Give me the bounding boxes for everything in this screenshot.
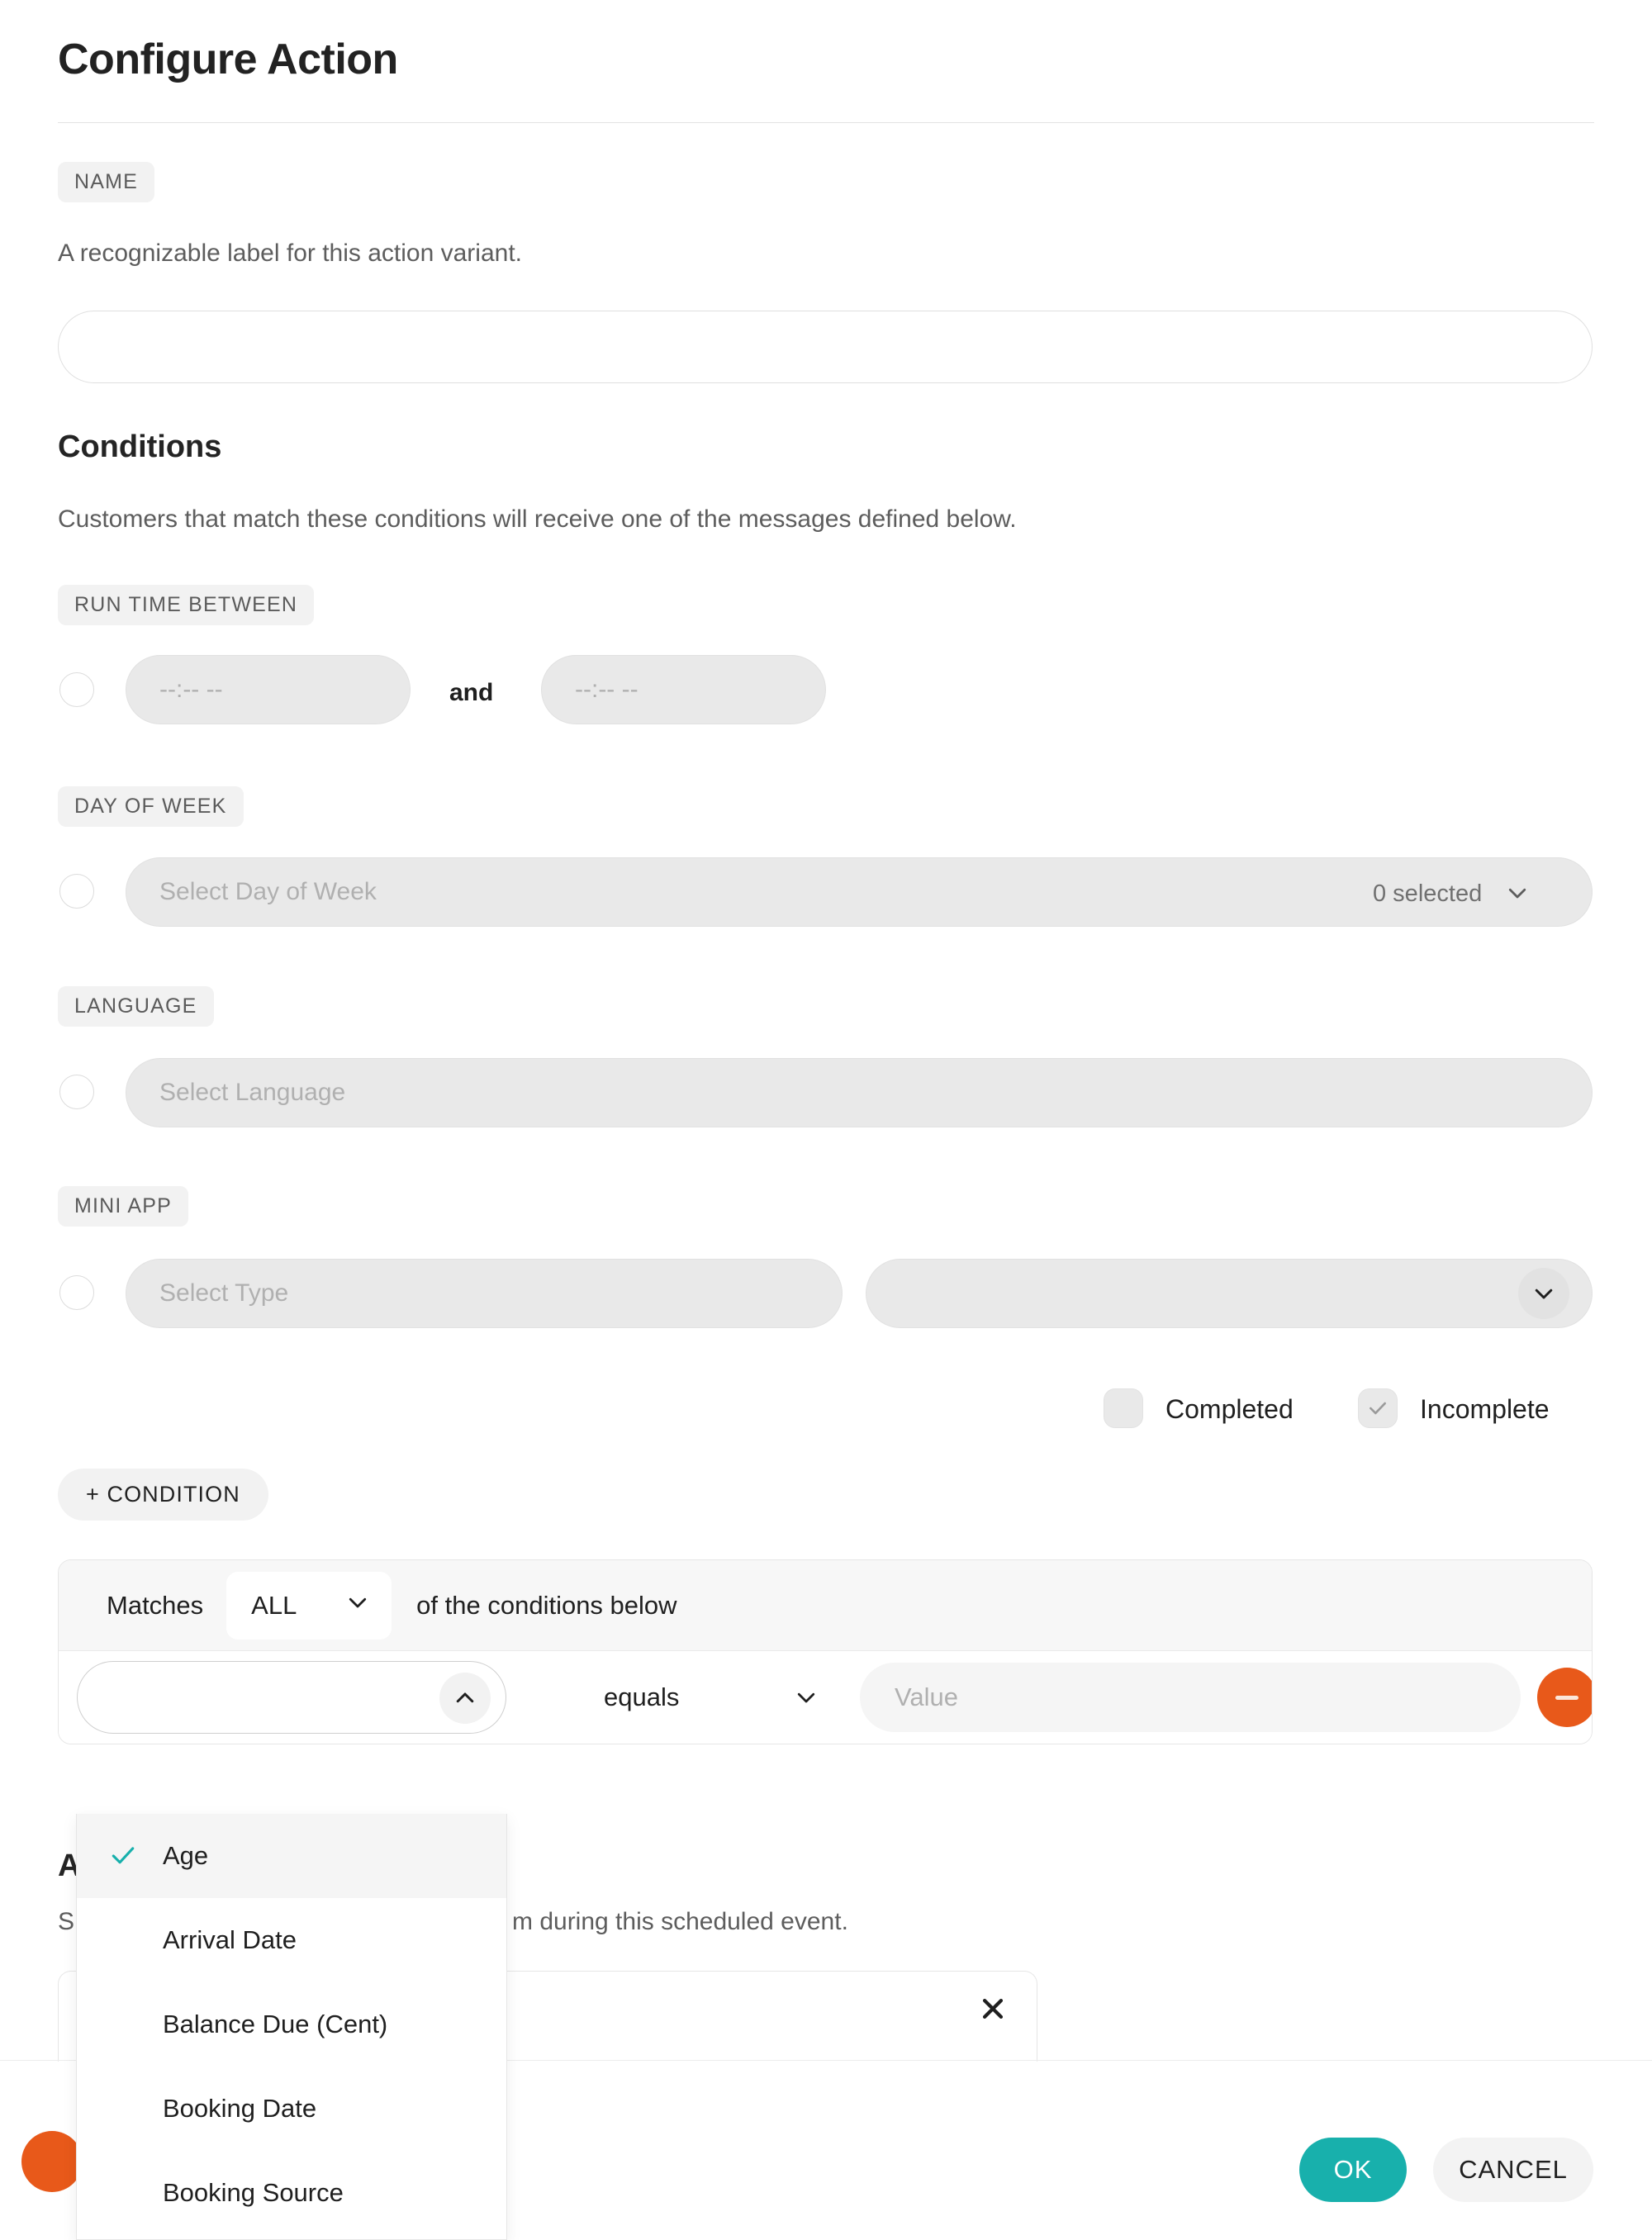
language-placeholder: Select Language [159,1079,346,1106]
match-mode-select[interactable]: ALL [226,1571,392,1640]
match-mode-value: ALL [251,1590,297,1620]
mini-app-type-placeholder: Select Type [159,1279,289,1307]
chevron-down-icon [345,1590,370,1621]
language-radio[interactable] [59,1075,94,1109]
dropdown-item-balance-due[interactable]: Balance Due (Cent) [77,1982,506,2067]
day-of-week-placeholder: Select Day of Week [159,878,377,905]
chevron-up-icon[interactable] [439,1673,491,1724]
condition-field-select[interactable] [77,1661,506,1734]
completed-label: Completed [1165,1394,1294,1424]
page-title: Configure Action [58,36,398,83]
name-helper-text: A recognizable label for this action var… [58,240,522,267]
mini-app-radio[interactable] [59,1275,94,1310]
condition-value-input[interactable]: Value [860,1663,1521,1732]
dropdown-item-label: Balance Due (Cent) [163,2010,388,2038]
conditions-heading: Conditions [58,429,222,464]
actions-helper-prefix: S [58,1908,75,1935]
mini-app-type-select[interactable]: Select Type [126,1259,843,1328]
condition-operator-value[interactable]: equals [604,1682,679,1712]
day-of-week-radio[interactable] [59,874,94,909]
title-divider [58,122,1594,123]
ok-button[interactable]: OK [1299,2138,1407,2202]
run-time-chip-label: RUN TIME BETWEEN [58,585,315,625]
dropdown-item-label: Age [163,1841,209,1870]
add-message-fab[interactable] [21,2131,83,2192]
run-time-and-label: and [449,679,494,706]
chevron-down-icon[interactable] [1505,880,1530,905]
matches-prefix-label: Matches [107,1590,204,1620]
incomplete-checkbox[interactable] [1358,1388,1398,1428]
run-time-start-input[interactable]: --:-- -- [126,655,411,724]
run-time-end-input[interactable]: --:-- -- [541,655,826,724]
incomplete-label: Incomplete [1420,1394,1550,1424]
condition-row: equals Value [59,1651,1592,1744]
minus-icon [1555,1695,1578,1700]
configure-action-dialog: Configure Action NAME A recognizable lab… [0,0,1652,2240]
run-time-end-placeholder: --:-- -- [575,676,638,703]
condition-field-dropdown: Age Arrival Date Balance Due (Cent) Book… [76,1814,507,2240]
run-time-radio[interactable] [59,672,94,707]
condition-value-placeholder: Value [895,1682,958,1711]
completed-checkbox[interactable] [1104,1388,1143,1428]
day-of-week-chip-label: DAY OF WEEK [58,786,244,827]
mini-app-chip-label: MINI APP [58,1186,188,1227]
condition-matcher-row: Matches ALL of the conditions below [59,1560,1592,1651]
chevron-down-icon[interactable] [1518,1268,1569,1319]
add-condition-button[interactable]: + CONDITION [58,1469,268,1521]
dropdown-item-label: Booking Source [163,2178,344,2207]
name-chip-label: NAME [58,162,155,202]
day-of-week-selected-count: 0 selected [1373,880,1483,907]
language-chip-label: LANGUAGE [58,986,214,1027]
language-select[interactable]: Select Language [126,1058,1593,1127]
close-icon[interactable] [979,1995,1007,2023]
dropdown-item-booking-source[interactable]: Booking Source [77,2151,506,2235]
chevron-down-icon[interactable] [794,1685,819,1710]
check-icon [1370,1402,1386,1415]
dropdown-item-label: Booking Date [163,2094,317,2123]
check-icon [110,1845,145,1867]
matches-suffix-label: of the conditions below [416,1590,677,1620]
name-input[interactable] [58,311,1593,383]
actions-helper-suffix: m during this scheduled event. [512,1908,848,1935]
remove-condition-button[interactable] [1537,1668,1592,1727]
dropdown-item-age[interactable]: Age [77,1814,506,1898]
mini-app-secondary-select[interactable] [866,1259,1593,1328]
cancel-button[interactable]: CANCEL [1433,2138,1593,2202]
run-time-start-placeholder: --:-- -- [159,676,223,703]
dropdown-item-label: Arrival Date [163,1925,297,1954]
condition-group-card: Matches ALL of the conditions below equa… [58,1559,1593,1744]
conditions-helper-text: Customers that match these conditions wi… [58,505,1017,533]
dropdown-item-booking-date[interactable]: Booking Date [77,2067,506,2151]
dropdown-item-arrival-date[interactable]: Arrival Date [77,1898,506,1982]
